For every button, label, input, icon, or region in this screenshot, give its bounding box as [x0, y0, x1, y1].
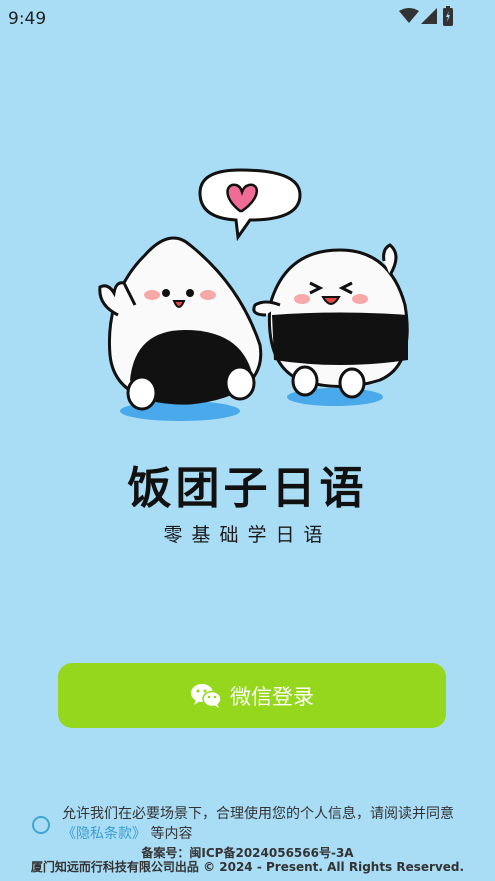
app-title: 饭团子日语 — [127, 463, 368, 514]
mascot-illustration — [90, 165, 420, 430]
status-icons — [399, 6, 459, 26]
wechat-login-button[interactable]: 微信登录 — [58, 663, 446, 728]
status-bar: 9:49 — [0, 0, 495, 40]
agreement-text-before: 允许我们在必要场景下，合理使用您的个人信息，请阅读并同意 — [62, 806, 454, 822]
agree-radio[interactable] — [32, 816, 50, 834]
small-onigiri — [252, 243, 409, 399]
rice-ball-mascots — [98, 168, 409, 421]
agreement-text: 允许我们在必要场景下，合理使用您的个人信息，请阅读并同意 《隐私条款》 等内容 — [62, 804, 482, 844]
wechat-icon — [191, 683, 222, 708]
wifi-icon — [399, 8, 419, 23]
copyright: 厦门知远而行科技有限公司出品 © 2024 - Present. All Rig… — [30, 860, 465, 874]
app-subtitle: 零基础学日语 — [163, 524, 332, 546]
signal-icon — [421, 8, 437, 24]
wechat-login-label: 微信登录 — [230, 684, 314, 709]
battery-icon — [443, 6, 453, 26]
agreement-text-after: 等内容 — [150, 826, 193, 842]
heart-speech-bubble — [198, 168, 302, 242]
status-time: 9:49 — [8, 9, 47, 29]
big-onigiri — [98, 236, 263, 411]
privacy-policy-link[interactable]: 《隐私条款》 — [62, 826, 146, 842]
